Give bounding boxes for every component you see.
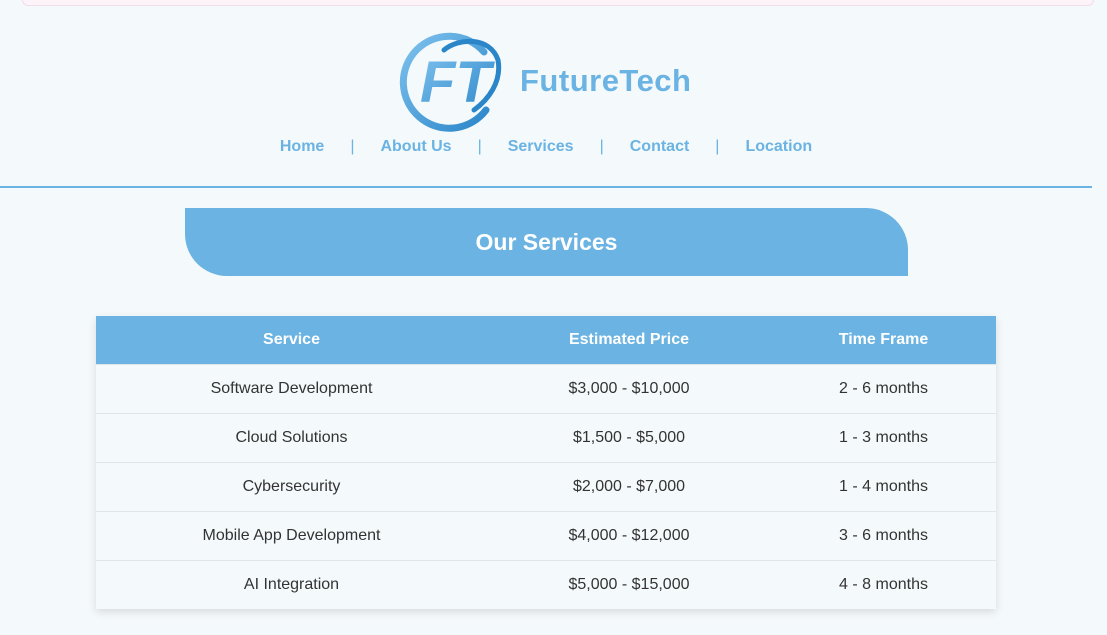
service-cell: Cloud Solutions <box>96 413 487 463</box>
futuretech-logo-icon: FT <box>399 32 502 132</box>
time-frame-cell: 2 - 6 months <box>771 364 996 414</box>
table-row: Software Development $3,000 - $10,000 2 … <box>96 364 996 414</box>
nav-separator: | <box>599 138 604 155</box>
price-cell: $2,000 - $7,000 <box>487 462 771 512</box>
svg-text:FT: FT <box>420 50 495 115</box>
services-table: Service Estimated Price Time Frame Softw… <box>96 316 996 609</box>
price-cell: $4,000 - $12,000 <box>487 511 771 561</box>
table-row: Mobile App Development $4,000 - $12,000 … <box>96 511 996 561</box>
nav-link-contact[interactable]: Contact <box>630 138 690 156</box>
service-cell: Software Development <box>96 364 487 414</box>
price-cell: $1,500 - $5,000 <box>487 413 771 463</box>
table-row: Cloud Solutions $1,500 - $5,000 1 - 3 mo… <box>96 413 996 463</box>
nav-link-services[interactable]: Services <box>508 138 574 156</box>
services-table-container: Service Estimated Price Time Frame Softw… <box>96 316 996 609</box>
nav-separator: | <box>350 138 355 155</box>
table-header-row: Service Estimated Price Time Frame <box>96 316 996 365</box>
column-header-estimated-price: Estimated Price <box>487 316 771 365</box>
brand-name: FutureTech <box>520 63 692 98</box>
section-banner: Our Services <box>185 208 908 276</box>
site-header: FT FutureTech Home | About Us | Services… <box>0 10 1092 188</box>
brand[interactable]: FT FutureTech <box>398 30 692 132</box>
price-cell: $3,000 - $10,000 <box>487 364 771 414</box>
nav-link-about-us[interactable]: About Us <box>380 138 451 156</box>
time-frame-cell: 1 - 3 months <box>771 413 996 463</box>
time-frame-cell: 3 - 6 months <box>771 511 996 561</box>
nav-link-location[interactable]: Location <box>745 138 812 156</box>
column-header-time-frame: Time Frame <box>771 316 996 365</box>
browser-top-strip <box>0 0 1107 10</box>
column-header-service: Service <box>96 316 487 365</box>
service-cell: Cybersecurity <box>96 462 487 512</box>
table-row: AI Integration $5,000 - $15,000 4 - 8 mo… <box>96 560 996 609</box>
nav-separator: | <box>477 138 482 155</box>
service-cell: AI Integration <box>96 560 487 609</box>
service-cell: Mobile App Development <box>96 511 487 561</box>
table-row: Cybersecurity $2,000 - $7,000 1 - 4 mont… <box>96 462 996 512</box>
section-title: Our Services <box>475 228 618 255</box>
main-nav: Home | About Us | Services | Contact | L… <box>0 138 1092 156</box>
time-frame-cell: 1 - 4 months <box>771 462 996 512</box>
nav-link-home[interactable]: Home <box>280 138 324 156</box>
nav-separator: | <box>715 138 720 155</box>
time-frame-cell: 4 - 8 months <box>771 560 996 609</box>
price-cell: $5,000 - $15,000 <box>487 560 771 609</box>
